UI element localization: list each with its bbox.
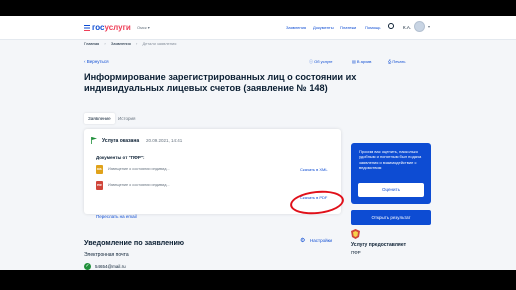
status-text: Услуга оказана [102,138,140,144]
print-link[interactable]: ⎙ Печать [388,59,405,64]
user-initials[interactable]: К.А. [403,25,411,30]
flag-icon [91,137,97,144]
download-xml-link[interactable]: Скачать в XML [300,167,328,172]
document-name: Извещение о состоянии индивид... [108,183,170,187]
document-row-pdf: PDF Извещение о состоянии индивид... Ска… [96,181,331,200]
settings-link[interactable]: Настройки [310,238,332,243]
back-link[interactable]: ‹ Вернуться [84,59,109,64]
breadcrumb-current: Детали заявления [142,41,177,46]
browser-viewport: госуслуги Омск ▾ Заявления Документы Пла… [0,16,516,270]
site-header: госуслуги Омск ▾ Заявления Документы Пла… [0,16,516,40]
region-label: Омск [137,25,147,30]
email-value: 54654@mail.ru [95,264,126,269]
menu-icon[interactable] [84,25,90,31]
tab-history[interactable]: История [114,113,139,124]
status-date: 20.09.2021, 14:41 [146,138,183,143]
back-label: Вернуться [86,59,109,64]
xml-file-icon: XML [96,165,103,174]
forward-email-link[interactable]: Переслать на email [96,214,137,219]
notifications-title: Уведомление по заявлению [84,238,185,247]
breadcrumb: Главная › Заявления › Детали заявления [84,41,180,46]
tab-application[interactable]: Заявление [84,113,115,124]
gear-icon[interactable]: ⚙ [300,237,305,244]
pdf-file-icon: PDF [96,181,103,190]
documents-label: Документы от "ПФР": [96,155,145,160]
rating-prompt: Просим вас оценить, насколько удобным и … [359,149,422,170]
rate-button[interactable]: Оценить [358,183,424,197]
nav-applications[interactable]: Заявления [286,25,306,30]
document-name: Извещение о состоянии индивид... [108,167,170,171]
logo-part-uslugi: услуги [104,23,131,32]
print-label: Печать [392,59,406,64]
nav-payments[interactable]: Платежи [340,25,356,30]
email-label: Электронная почта [84,252,129,258]
breadcrumb-applications[interactable]: Заявления [111,41,131,46]
about-service-label: Об услуге [314,59,333,64]
provider-value: ПФР [351,250,361,255]
breadcrumb-home[interactable]: Главная [84,41,99,46]
page-title: Информирование зарегистрированных лиц о … [84,72,357,93]
gosuslugi-logo[interactable]: госуслуги [92,23,131,32]
chevron-down-icon[interactable]: ▾ [428,24,430,29]
about-service-link[interactable]: ⓘ Об услуге [309,59,333,65]
breadcrumb-separator: › [135,41,138,46]
document-row-xml: XML Извещение о состоянии индивид... Ска… [96,165,331,175]
breadcrumb-separator: › [104,41,106,46]
search-icon[interactable] [388,23,394,29]
avatar[interactable] [414,21,425,32]
check-icon: ✓ [84,263,91,270]
archive-link[interactable]: ▤ В архив [352,59,371,64]
rating-panel: Просим вас оценить, насколько удобным и … [351,143,431,204]
open-result-button[interactable]: Открыть результат [351,210,431,225]
provider-label: Услугу предоставляет [351,242,407,248]
pfr-emblem-icon [351,229,360,239]
nav-help[interactable]: Помощь [365,25,380,30]
archive-label: В архив [356,59,372,64]
nav-documents[interactable]: Документы [313,25,334,30]
logo-part-gos: гос [92,23,105,32]
region-selector[interactable]: Омск ▾ [137,25,150,30]
